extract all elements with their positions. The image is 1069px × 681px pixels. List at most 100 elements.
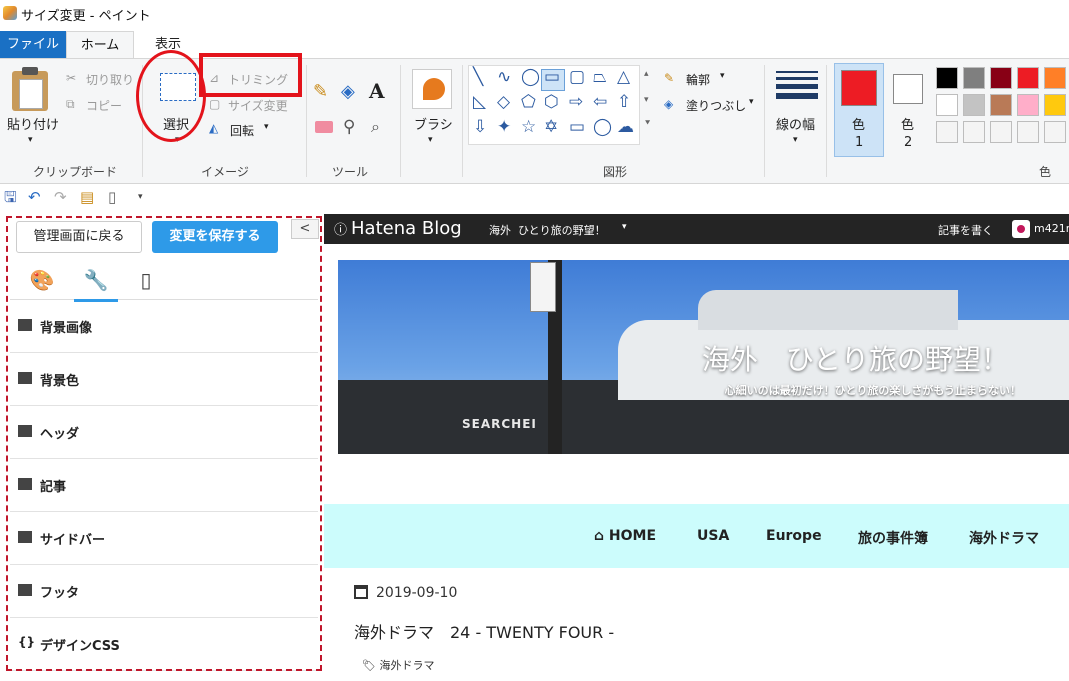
- blog-name-link[interactable]: ひとり旅の野望！: [518, 222, 606, 238]
- hatena-blog-bar: ⓘHatena Blog 海外 ひとり旅の野望！ ▾ 記事を書く m421m: [324, 214, 1069, 244]
- fill-bucket-icon[interactable]: ◈: [341, 81, 355, 102]
- eraser-icon[interactable]: [315, 121, 333, 133]
- customize-menu-item[interactable]: 背景色: [10, 354, 318, 406]
- palette-swatch[interactable]: [936, 94, 958, 116]
- ship-name-text: SEARCHEI: [462, 417, 537, 431]
- new-file-icon[interactable]: ▯: [108, 190, 116, 205]
- user-name[interactable]: m421m: [1034, 222, 1069, 235]
- curve-shape-icon[interactable]: ∿: [497, 69, 511, 86]
- undo-icon[interactable]: ↶: [28, 190, 41, 205]
- post-title[interactable]: 海外ドラマ 24 - TWENTY FOUR -: [354, 619, 614, 643]
- palette-swatch[interactable]: [963, 67, 985, 89]
- customize-menu-item[interactable]: フッタ: [10, 566, 318, 618]
- palette-swatch[interactable]: [990, 67, 1012, 89]
- callout-oval-shape-icon[interactable]: ◯: [593, 119, 612, 136]
- cloud-callout-shape-icon[interactable]: ☁: [617, 119, 634, 136]
- menu-item-icon: [18, 584, 32, 596]
- palette-swatch[interactable]: [990, 121, 1012, 143]
- palette-swatch[interactable]: [990, 94, 1012, 116]
- palette-swatch[interactable]: [1044, 121, 1066, 143]
- left-arrow-shape-icon[interactable]: ⇦: [593, 94, 607, 111]
- tab-home[interactable]: ホーム: [66, 31, 134, 58]
- shapes-gallery[interactable]: ╲ ∿ ◯ ▭ ▢ ⏢ △ ◺ ◇ ⬠ ⬡ ⇨ ⇦ ⇧ ⇩ ✦ ☆ ✡ ▭ ◯ …: [468, 65, 640, 145]
- color2-swatch[interactable]: [893, 74, 923, 104]
- diamond-shape-icon[interactable]: ◇: [497, 94, 510, 111]
- write-post-link[interactable]: 記事を書く: [938, 222, 993, 238]
- tab-file[interactable]: ファイル: [0, 31, 66, 58]
- palette-swatch[interactable]: [1044, 67, 1066, 89]
- blog-title[interactable]: 海外 ひとり旅の野望！: [702, 338, 1009, 378]
- palette-swatch[interactable]: [1017, 94, 1039, 116]
- mobile-tab-icon[interactable]: ▯: [130, 268, 162, 292]
- save-changes-button[interactable]: 変更を保存する: [152, 221, 278, 253]
- palette-swatch[interactable]: [963, 121, 985, 143]
- save-icon[interactable]: 🖫: [4, 190, 17, 205]
- user-avatar[interactable]: [1012, 220, 1030, 238]
- fill-button[interactable]: 塗りつぶし: [686, 97, 746, 114]
- outline-button[interactable]: 輪郭: [686, 71, 710, 88]
- up-arrow-shape-icon[interactable]: ⇧: [617, 94, 631, 111]
- customize-menu-item[interactable]: サイドバー: [10, 513, 318, 565]
- collapse-panel-button[interactable]: <: [291, 219, 319, 239]
- palette-swatch[interactable]: [1017, 67, 1039, 89]
- nav-overseas-drama[interactable]: 海外ドラマ: [969, 528, 1039, 548]
- palette-swatch[interactable]: [1044, 94, 1066, 116]
- resize-button[interactable]: サイズ変更: [228, 97, 288, 114]
- color-picker-icon[interactable]: ⚲: [343, 117, 355, 137]
- redo-icon[interactable]: ↷: [54, 190, 67, 205]
- hexagon-shape-icon[interactable]: ⬡: [544, 94, 559, 111]
- blog-category-link[interactable]: 海外: [489, 222, 511, 238]
- tag-icon: 🏷: [362, 659, 380, 672]
- rotate-button[interactable]: 回転: [230, 122, 254, 139]
- six-point-star-shape-icon[interactable]: ✡: [544, 119, 558, 136]
- triangle-shape-icon[interactable]: △: [617, 69, 630, 86]
- palette-swatch[interactable]: [963, 94, 985, 116]
- oval-shape-icon[interactable]: ◯: [521, 69, 540, 86]
- nav-europe[interactable]: Europe: [766, 528, 822, 544]
- five-point-star-shape-icon[interactable]: ☆: [521, 119, 536, 136]
- customize-toolbar-chevron-icon[interactable]: ▾: [138, 193, 143, 202]
- line-shape-icon[interactable]: ╲: [473, 69, 483, 86]
- palette-tab-icon[interactable]: 🎨: [26, 268, 58, 292]
- gallery-scroll-up-icon[interactable]: ▴: [644, 69, 649, 79]
- text-tool-icon[interactable]: A: [369, 79, 385, 103]
- customize-menu-item[interactable]: ヘッダ: [10, 407, 318, 459]
- customize-menu-item[interactable]: {} デザインCSS: [10, 619, 318, 671]
- blog-header-image: SEARCHEI 海外 ひとり旅の野望！ 心細いのは最初だけ！ひとり旅の楽しさが…: [338, 260, 1069, 454]
- palette-swatch[interactable]: [1017, 121, 1039, 143]
- rectangle-shape-icon[interactable]: ▭: [544, 69, 560, 86]
- down-arrow-shape-icon[interactable]: ⇩: [473, 119, 487, 136]
- shapes-group-label: 図形: [602, 165, 627, 179]
- customize-menu-item[interactable]: 背景画像: [10, 301, 318, 353]
- palette-swatch[interactable]: [936, 121, 958, 143]
- rounded-rectangle-shape-icon[interactable]: ▢: [569, 69, 585, 86]
- palette-swatch[interactable]: [936, 67, 958, 89]
- nav-incidents[interactable]: 旅の事件簿: [858, 528, 928, 548]
- customize-menu-item[interactable]: 記事: [10, 460, 318, 512]
- magnifier-icon[interactable]: ⌕: [371, 117, 380, 137]
- menu-item-label: ヘッダ: [40, 427, 80, 442]
- open-folder-icon[interactable]: ▤: [80, 190, 94, 205]
- nav-home[interactable]: ⌂ HOME: [594, 528, 656, 544]
- red-rectangle-annotation: [199, 53, 302, 97]
- pentagon-shape-icon[interactable]: ⬠: [521, 94, 536, 111]
- pencil-icon[interactable]: ✎: [313, 81, 328, 102]
- cut-button[interactable]: 切り取り: [86, 71, 134, 88]
- right-arrow-shape-icon[interactable]: ⇨: [569, 94, 583, 111]
- right-triangle-shape-icon[interactable]: ◺: [473, 94, 486, 111]
- gallery-expand-icon[interactable]: ⯆: [644, 119, 651, 129]
- post-category-tag[interactable]: 🏷 海外ドラマ: [362, 657, 434, 673]
- wrench-tab-icon[interactable]: 🔧: [74, 268, 118, 302]
- quick-access-toolbar: 🖫 ↶ ↷ ▤ ▯ ▾: [0, 186, 1069, 212]
- paint-window: サイズ変更 - ペイント ファイル ホーム 表示 貼り付け ▾ ✂ 切り取り ⧉…: [0, 0, 1069, 681]
- four-point-star-shape-icon[interactable]: ✦: [497, 119, 511, 136]
- callout-rect-shape-icon[interactable]: ▭: [569, 119, 585, 136]
- back-to-dashboard-button[interactable]: 管理画面に戻る: [16, 221, 142, 253]
- gallery-scroll-down-icon[interactable]: ▾: [644, 95, 649, 105]
- copy-button[interactable]: コピー: [86, 97, 122, 114]
- hatena-blog-logo[interactable]: ⓘ Hatena Blog: [334, 218, 462, 239]
- menu-item-label: 背景画像: [40, 321, 93, 336]
- polygon-shape-icon[interactable]: ⏢: [593, 69, 607, 86]
- menu-item-label: 背景色: [40, 374, 80, 389]
- nav-usa[interactable]: USA: [697, 528, 729, 544]
